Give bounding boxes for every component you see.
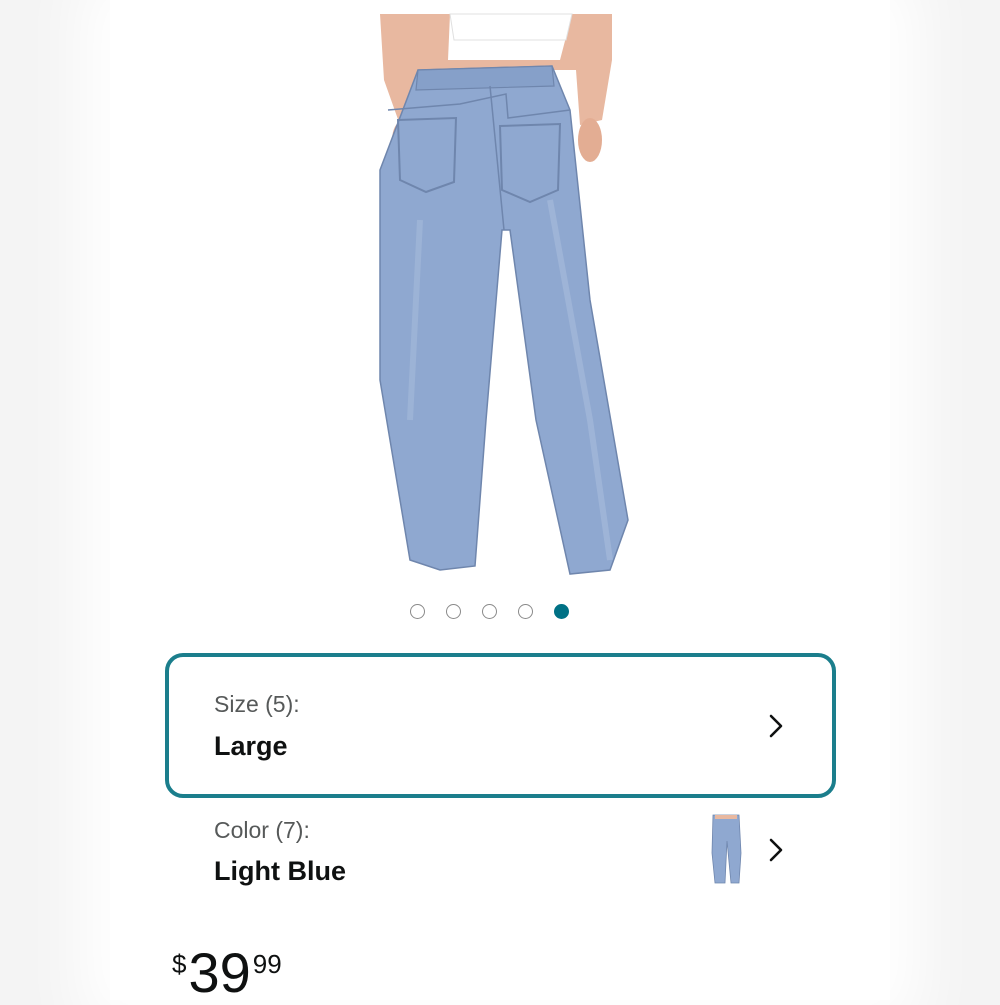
color-selector[interactable]: Color (7): Light Blue (165, 805, 836, 900)
carousel-dot[interactable] (410, 603, 425, 619)
carousel-dot[interactable] (446, 603, 461, 619)
carousel-dot[interactable] (482, 603, 497, 619)
price-fraction: 99 (252, 949, 282, 979)
price: $ 39 99 (172, 945, 282, 1005)
color-label: Color (7): (214, 817, 310, 843)
size-selector[interactable]: Size (5): Large (165, 653, 836, 798)
product-image[interactable] (340, 0, 660, 590)
price-whole: 39 (188, 941, 251, 1004)
jeans-back-view-image (379, 13, 629, 575)
chevron-right-icon (769, 838, 783, 862)
carousel-dot[interactable] (518, 603, 533, 619)
color-swatch-thumbnail[interactable] (709, 813, 745, 885)
size-label: Size (5): (214, 691, 300, 717)
color-value: Light Blue (214, 856, 346, 886)
size-value: Large (214, 731, 288, 761)
chevron-right-icon (769, 714, 783, 738)
image-carousel-dots (410, 601, 569, 621)
carousel-dot[interactable] (554, 603, 569, 619)
price-currency-symbol: $ (172, 949, 187, 979)
